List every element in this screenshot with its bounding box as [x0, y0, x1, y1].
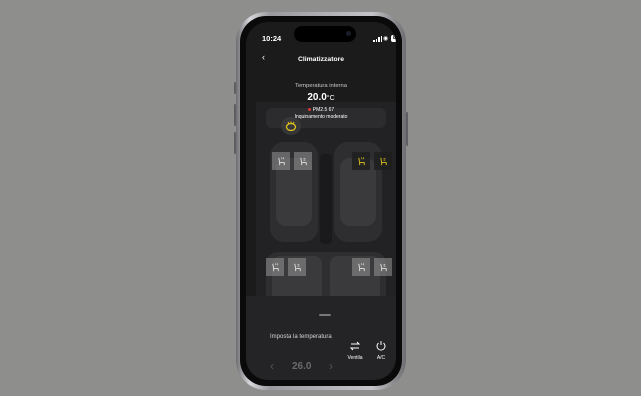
interior-temp-label: Temperatura interna [295, 83, 347, 89]
seat-ventilation-icon [299, 157, 307, 165]
pm-indicator-icon [307, 108, 311, 111]
front-left-seat-heat-button[interactable] [272, 152, 290, 170]
page-title: Climatizzatore [297, 56, 345, 63]
drag-handle[interactable] [319, 314, 331, 316]
ac-label: A/C [376, 355, 386, 361]
wifi-icon: ◉ [383, 36, 389, 42]
pm-reading: PM2.5 67 [246, 107, 396, 113]
front-left-seat-ventilation-button[interactable] [294, 152, 312, 170]
car-interior-image [256, 102, 396, 312]
front-right-seat-heat-button[interactable] [352, 152, 370, 170]
air-quality-status: Inquinamento moderato [294, 114, 348, 120]
front-right-seat-ventilation-button[interactable] [374, 152, 392, 170]
status-time: 10:24 [262, 34, 282, 43]
seat-ventilation-icon [379, 263, 387, 271]
decrease-temp-button[interactable]: ‹ [270, 359, 274, 373]
battery-icon: 80 [391, 35, 396, 42]
app-screen: 10:24 ◉ 80 ‹ Climatizzatore [246, 22, 396, 380]
volume-down-button [234, 132, 236, 154]
seat-heat-icon [357, 262, 365, 271]
increase-temp-button[interactable]: › [329, 359, 333, 373]
rear-left-seat-heat-button[interactable] [266, 258, 284, 276]
seat-heat-icon [277, 156, 285, 165]
rear-right-seat-heat-button[interactable] [352, 258, 370, 276]
car-cabin-view [256, 102, 396, 312]
phone-frame: 10:24 ◉ 80 ‹ Climatizzatore [234, 12, 408, 390]
pm-label: PM2.5 [312, 107, 328, 113]
power-icon [376, 341, 386, 351]
volume-up-button [234, 104, 236, 126]
set-temp-value: 26.0 [292, 361, 312, 372]
steering-wheel-heat-button[interactable] [281, 117, 301, 135]
power-button [406, 112, 408, 146]
seat-ventilation-icon [379, 157, 387, 165]
camera-icon [346, 31, 351, 36]
pm-value: 67 [328, 107, 335, 113]
signal-icon [373, 36, 382, 42]
seat-heat-icon [271, 262, 279, 271]
rear-right-seat-ventilation-button[interactable] [374, 258, 392, 276]
seat-ventilation-icon [293, 263, 301, 271]
status-bar: 10:24 ◉ 80 [246, 22, 396, 46]
ac-button[interactable]: A/C [372, 340, 390, 361]
steering-wheel-heat-icon [285, 121, 297, 131]
ventilation-label: Ventila [347, 355, 363, 361]
ventilation-button[interactable]: Ventila [342, 340, 368, 361]
interior-temp-value: 20.0°C [307, 92, 335, 103]
seat-heat-icon [357, 156, 365, 165]
rear-left-seat-ventilation-button[interactable] [288, 258, 306, 276]
set-temp-label: Imposta la temperatura [270, 334, 332, 340]
mute-switch [234, 82, 236, 94]
recirculation-icon [349, 341, 361, 351]
